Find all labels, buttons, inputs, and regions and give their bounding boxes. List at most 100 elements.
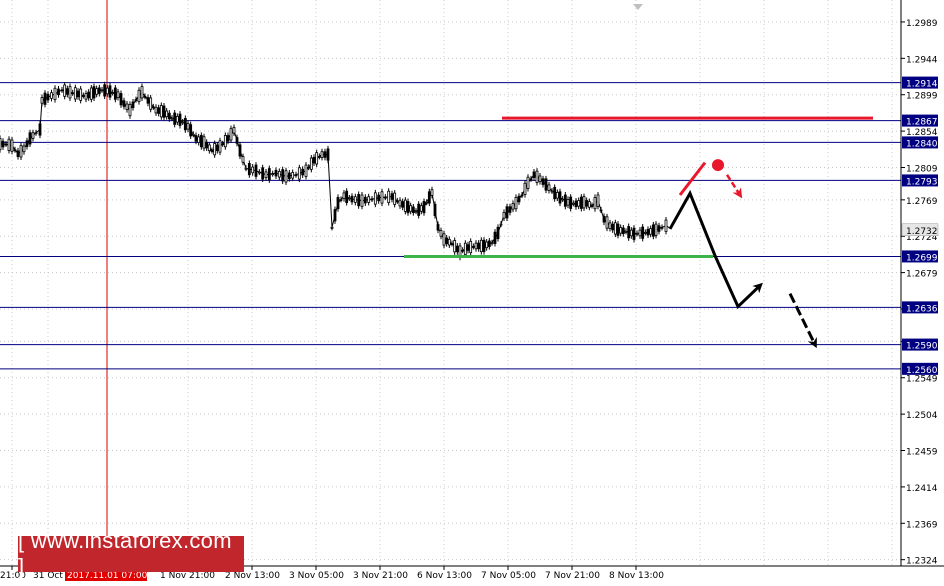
candle-body bbox=[159, 105, 163, 118]
candle-body bbox=[479, 239, 483, 252]
candle-body bbox=[487, 240, 491, 248]
candle-body bbox=[490, 242, 494, 245]
x-tick-label: 3 Nov 05:00 bbox=[289, 571, 344, 581]
y-tick-label: 1.2809 bbox=[906, 164, 938, 174]
candle-body bbox=[517, 195, 521, 203]
candle-body bbox=[611, 223, 615, 231]
candle-body bbox=[309, 157, 313, 170]
candle-body bbox=[569, 196, 573, 209]
candle-body bbox=[547, 184, 551, 191]
y-tick-label: 1.2549 bbox=[906, 375, 938, 385]
candle-body bbox=[360, 194, 364, 207]
candle-body bbox=[84, 93, 88, 100]
candle-body bbox=[186, 123, 190, 130]
candle-body bbox=[81, 95, 85, 97]
candle-body bbox=[71, 92, 75, 95]
candle-body bbox=[333, 209, 337, 222]
candle-body bbox=[194, 135, 198, 142]
candle-body bbox=[523, 182, 527, 195]
candle-body bbox=[317, 156, 321, 158]
candle-body bbox=[406, 201, 410, 214]
candle-body bbox=[621, 227, 625, 235]
alt-scenario-dot bbox=[712, 159, 724, 172]
candle-body bbox=[602, 216, 606, 223]
candle-body bbox=[0, 137, 2, 151]
candle-body bbox=[38, 123, 42, 136]
candle-body bbox=[178, 113, 182, 126]
level-label: 1.2793 bbox=[906, 177, 938, 187]
candle-body bbox=[162, 105, 166, 118]
candle-body bbox=[493, 231, 497, 244]
candle-body bbox=[210, 150, 214, 152]
candle-body bbox=[613, 222, 617, 235]
watermark-text: [ www.instaforex.com ] bbox=[18, 528, 232, 579]
candle-body bbox=[1, 140, 5, 148]
candle-body bbox=[505, 206, 509, 219]
candle-body bbox=[13, 149, 17, 152]
candle-body bbox=[244, 167, 248, 170]
candle-body bbox=[447, 238, 451, 246]
candle-body bbox=[616, 223, 620, 236]
candle-body bbox=[401, 201, 405, 208]
candle-body bbox=[154, 106, 158, 114]
candle-body bbox=[241, 156, 245, 163]
candle-body bbox=[304, 164, 308, 177]
candle-body bbox=[257, 171, 261, 174]
candle-body bbox=[347, 197, 351, 200]
candle-body bbox=[264, 171, 268, 179]
candle-body bbox=[73, 87, 77, 100]
candle-body bbox=[471, 246, 475, 248]
candle-body bbox=[191, 133, 195, 136]
candle-body bbox=[122, 100, 126, 107]
candle-body bbox=[646, 228, 650, 236]
candle-body bbox=[34, 132, 38, 135]
candle-body bbox=[544, 178, 548, 191]
candle-body bbox=[526, 176, 530, 189]
candle-body bbox=[57, 88, 60, 96]
candle-body bbox=[417, 203, 421, 216]
candle-body bbox=[323, 151, 327, 158]
candle-body bbox=[363, 196, 367, 204]
candle-body bbox=[92, 86, 96, 99]
candle-body bbox=[312, 156, 316, 164]
candle-body bbox=[251, 166, 255, 174]
candle-body bbox=[4, 143, 8, 146]
candle-body bbox=[281, 169, 285, 182]
candle-body bbox=[25, 140, 29, 147]
candle-body bbox=[466, 244, 470, 251]
y-tick-label: 1.2324 bbox=[906, 557, 938, 567]
y-tick-label: 1.2944 bbox=[906, 55, 938, 65]
y-tick-label: 1.2504 bbox=[906, 411, 938, 421]
x-tick-label: 7 Nov 05:00 bbox=[481, 571, 536, 581]
candle-body bbox=[50, 92, 53, 99]
candle-body bbox=[563, 194, 567, 207]
candle-body bbox=[585, 200, 589, 207]
candle-body bbox=[60, 89, 64, 92]
candle-body bbox=[553, 187, 557, 200]
candle-body bbox=[370, 198, 374, 201]
candle-body bbox=[445, 237, 449, 245]
candle-body bbox=[425, 201, 429, 204]
candle-body bbox=[469, 240, 473, 254]
candle-body bbox=[97, 87, 101, 94]
candle-body bbox=[297, 167, 301, 180]
candle-body bbox=[7, 138, 11, 151]
candle-body bbox=[436, 224, 440, 231]
candle-body bbox=[651, 224, 655, 237]
candle-body bbox=[119, 93, 123, 106]
candle-body bbox=[635, 232, 639, 235]
candle-body bbox=[213, 143, 217, 156]
candle-body bbox=[63, 84, 67, 97]
candle-body bbox=[439, 230, 443, 237]
candle-body bbox=[229, 128, 233, 141]
candle-body bbox=[450, 243, 454, 245]
candle-body bbox=[175, 116, 179, 123]
candle-body bbox=[579, 196, 583, 209]
candle-body bbox=[550, 190, 554, 193]
candle-body bbox=[660, 226, 664, 229]
candle-body bbox=[140, 86, 144, 99]
candle-body bbox=[377, 194, 381, 202]
candle-body bbox=[87, 91, 91, 99]
candle-body bbox=[10, 139, 14, 152]
candle-body bbox=[345, 190, 349, 203]
